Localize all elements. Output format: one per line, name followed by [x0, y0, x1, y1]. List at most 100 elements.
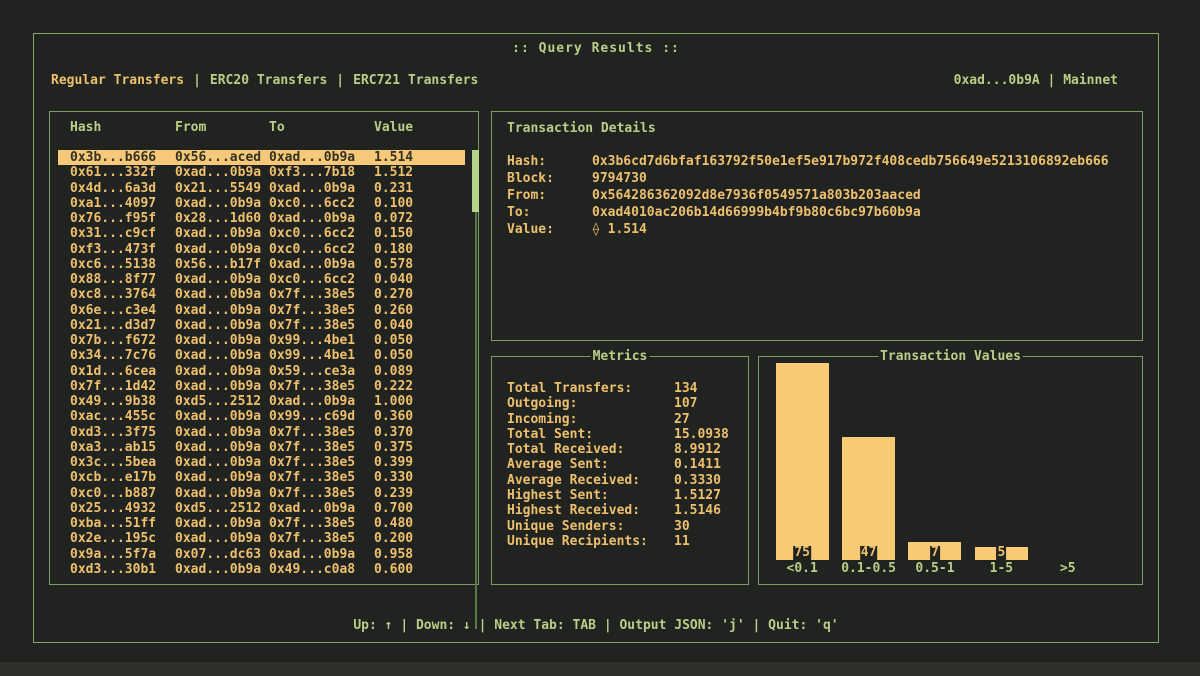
field-label: From: [507, 187, 592, 204]
table-row[interactable]: 0x34...7c76 0xad...0b9a 0x99...4be1 0.05… [58, 348, 465, 363]
cell-hash: 0xf3...473f [70, 242, 175, 257]
table-row[interactable]: 0x21...d3d7 0xad...0b9a 0x7f...38e5 0.04… [58, 318, 465, 333]
cell-hash: 0x88...8f77 [70, 272, 175, 287]
column-header: To [269, 120, 374, 135]
cell-from: 0xad...0b9a [175, 364, 269, 379]
column-header: From [175, 120, 269, 135]
transaction-values-chart-panel: Transaction Values 75<0.1470.1-0.570.5-1… [758, 356, 1143, 585]
table-row[interactable]: 0x25...4932 0xd5...2512 0xad...0b9a 0.70… [58, 501, 465, 516]
table-row[interactable]: 0xd3...30b1 0xad...0b9a 0x49...c0a8 0.60… [58, 562, 465, 577]
table-row[interactable]: 0x76...f95f 0x28...1d60 0xad...0b9a 0.07… [58, 211, 465, 226]
tab[interactable]: ERC721 Transfers [353, 73, 478, 88]
table-row[interactable]: 0xa3...ab15 0xad...0b9a 0x7f...38e5 0.37… [58, 440, 465, 455]
cell-value: 0.700 [374, 501, 465, 516]
table-row[interactable]: 0xac...455c 0xad...0b9a 0x99...c69d 0.36… [58, 409, 465, 424]
cell-value: 0.040 [374, 318, 465, 333]
cell-value: 1.000 [374, 394, 465, 409]
details-field: Value: ⟠ 1.514 [507, 221, 1132, 238]
details-field: Block: 9794730 [507, 170, 1132, 187]
cell-value: 1.512 [374, 165, 465, 180]
cell-hash: 0x31...c9cf [70, 226, 175, 241]
bar-value-label: 5 [996, 546, 1006, 560]
chart-bar-group: 470.1-0.5 [835, 437, 901, 577]
table-row[interactable]: 0x9a...5f7a 0x07...dc63 0xad...0b9a 0.95… [58, 547, 465, 562]
metric-item: Total Transfers: 134 [507, 381, 742, 396]
table-row[interactable]: 0xc0...b887 0xad...0b9a 0x7f...38e5 0.23… [58, 486, 465, 501]
table-row[interactable]: 0xba...51ff 0xad...0b9a 0x7f...38e5 0.48… [58, 516, 465, 531]
cell-value: 0.200 [374, 531, 465, 546]
cell-from: 0xad...0b9a [175, 242, 269, 257]
app-window: :: Query Results :: Regular Transfers|ER… [33, 33, 1159, 643]
cell-from: 0xad...0b9a [175, 470, 269, 485]
table-row[interactable]: 0x4d...6a3d 0x21...5549 0xad...0b9a 0.23… [58, 181, 465, 196]
bar: 7 [908, 542, 961, 560]
cell-hash: 0x6e...c3e4 [70, 303, 175, 318]
table-row[interactable]: 0xf3...473f 0xad...0b9a 0xc0...6cc2 0.18… [58, 242, 465, 257]
cell-to: 0x7f...38e5 [269, 516, 374, 531]
cell-to: 0x59...ce3a [269, 364, 374, 379]
metric-label: Highest Received: [507, 503, 674, 518]
transfers-table-panel: HashFromToValue 0x3b...b666 0x56...aced … [49, 111, 479, 585]
cell-from: 0xad...0b9a [175, 348, 269, 363]
cell-from: 0xad...0b9a [175, 440, 269, 455]
cell-hash: 0x25...4932 [70, 501, 175, 516]
details-field: To: 0xad4010ac206b14d66999b4bf9b80c6bc97… [507, 204, 1132, 221]
cell-from: 0xad...0b9a [175, 516, 269, 531]
metric-value: 0.1411 [674, 457, 721, 472]
cell-to: 0xad...0b9a [269, 547, 374, 562]
cell-to: 0x99...c69d [269, 409, 374, 424]
screen-bottom-strip [0, 662, 1200, 676]
cell-value: 0.270 [374, 287, 465, 302]
metric-item: Unique Senders: 30 [507, 519, 742, 534]
table-row[interactable]: 0x6e...c3e4 0xad...0b9a 0x7f...38e5 0.26… [58, 303, 465, 318]
details-field: Hash: 0x3b6cd7d6bfaf163792f50e1ef5e917b9… [507, 153, 1132, 170]
metric-item: Average Sent: 0.1411 [507, 457, 742, 472]
table-row[interactable]: 0xd3...3f75 0xad...0b9a 0x7f...38e5 0.37… [58, 425, 465, 440]
cell-hash: 0x21...d3d7 [70, 318, 175, 333]
table-row[interactable]: 0xc8...3764 0xad...0b9a 0x7f...38e5 0.27… [58, 287, 465, 302]
metric-label: Incoming: [507, 412, 674, 427]
cell-to: 0xad...0b9a [269, 257, 374, 272]
cell-from: 0x56...b17f [175, 257, 269, 272]
cell-to: 0xad...0b9a [269, 394, 374, 409]
cell-from: 0xd5...2512 [175, 501, 269, 516]
table-row[interactable]: 0x1d...6cea 0xad...0b9a 0x59...ce3a 0.08… [58, 364, 465, 379]
metrics-panel: Metrics Total Transfers: 134 Outgoing: 1… [491, 356, 749, 585]
metric-label: Total Transfers: [507, 381, 674, 396]
cell-from: 0xad...0b9a [175, 303, 269, 318]
cell-from: 0xad...0b9a [175, 455, 269, 470]
metric-label: Average Received: [507, 473, 674, 488]
table-row[interactable]: 0x3b...b666 0x56...aced 0xad...0b9a 1.51… [58, 150, 465, 165]
table-row[interactable]: 0x3c...5bea 0xad...0b9a 0x7f...38e5 0.39… [58, 455, 465, 470]
tab[interactable]: ERC20 Transfers [210, 73, 327, 88]
table-row[interactable]: 0x7f...1d42 0xad...0b9a 0x7f...38e5 0.22… [58, 379, 465, 394]
tab[interactable]: Regular Transfers [51, 73, 184, 88]
metric-label: Highest Sent: [507, 488, 674, 503]
table-row[interactable]: 0xcb...e17b 0xad...0b9a 0x7f...38e5 0.33… [58, 470, 465, 485]
cell-from: 0xad...0b9a [175, 409, 269, 424]
table-row[interactable]: 0x2e...195c 0xad...0b9a 0x7f...38e5 0.20… [58, 531, 465, 546]
bar-value-label: 75 [793, 546, 811, 560]
table-row[interactable]: 0x88...8f77 0xad...0b9a 0xc0...6cc2 0.04… [58, 272, 465, 287]
table-row[interactable]: 0xa1...4097 0xad...0b9a 0xc0...6cc2 0.10… [58, 196, 465, 211]
cell-to: 0x7f...38e5 [269, 287, 374, 302]
cell-from: 0xad...0b9a [175, 318, 269, 333]
x-axis-label: >5 [1060, 561, 1076, 577]
cell-from: 0xad...0b9a [175, 196, 269, 211]
table-row[interactable]: 0xc6...5138 0x56...b17f 0xad...0b9a 0.57… [58, 257, 465, 272]
cell-value: 0.375 [374, 440, 465, 455]
cell-hash: 0xa1...4097 [70, 196, 175, 211]
metric-item: Highest Sent: 1.5127 [507, 488, 742, 503]
table-row[interactable]: 0x31...c9cf 0xad...0b9a 0xc0...6cc2 0.15… [58, 226, 465, 241]
metric-item: Average Received: 0.3330 [507, 473, 742, 488]
cell-from: 0xad...0b9a [175, 531, 269, 546]
table-row[interactable]: 0x61...332f 0xad...0b9a 0xf3...7b18 1.51… [58, 165, 465, 180]
field-value: 9794730 [592, 170, 647, 187]
cell-to: 0xf3...7b18 [269, 165, 374, 180]
tab-bar: Regular Transfers|ERC20 Transfers|ERC721… [51, 73, 1158, 88]
table-row[interactable]: 0x49...9b38 0xd5...2512 0xad...0b9a 1.00… [58, 394, 465, 409]
tabs: Regular Transfers|ERC20 Transfers|ERC721… [51, 73, 478, 88]
table-row[interactable]: 0x7b...f672 0xad...0b9a 0x99...4be1 0.05… [58, 333, 465, 348]
scrollbar-thumb[interactable] [472, 150, 479, 212]
cell-hash: 0x4d...6a3d [70, 181, 175, 196]
